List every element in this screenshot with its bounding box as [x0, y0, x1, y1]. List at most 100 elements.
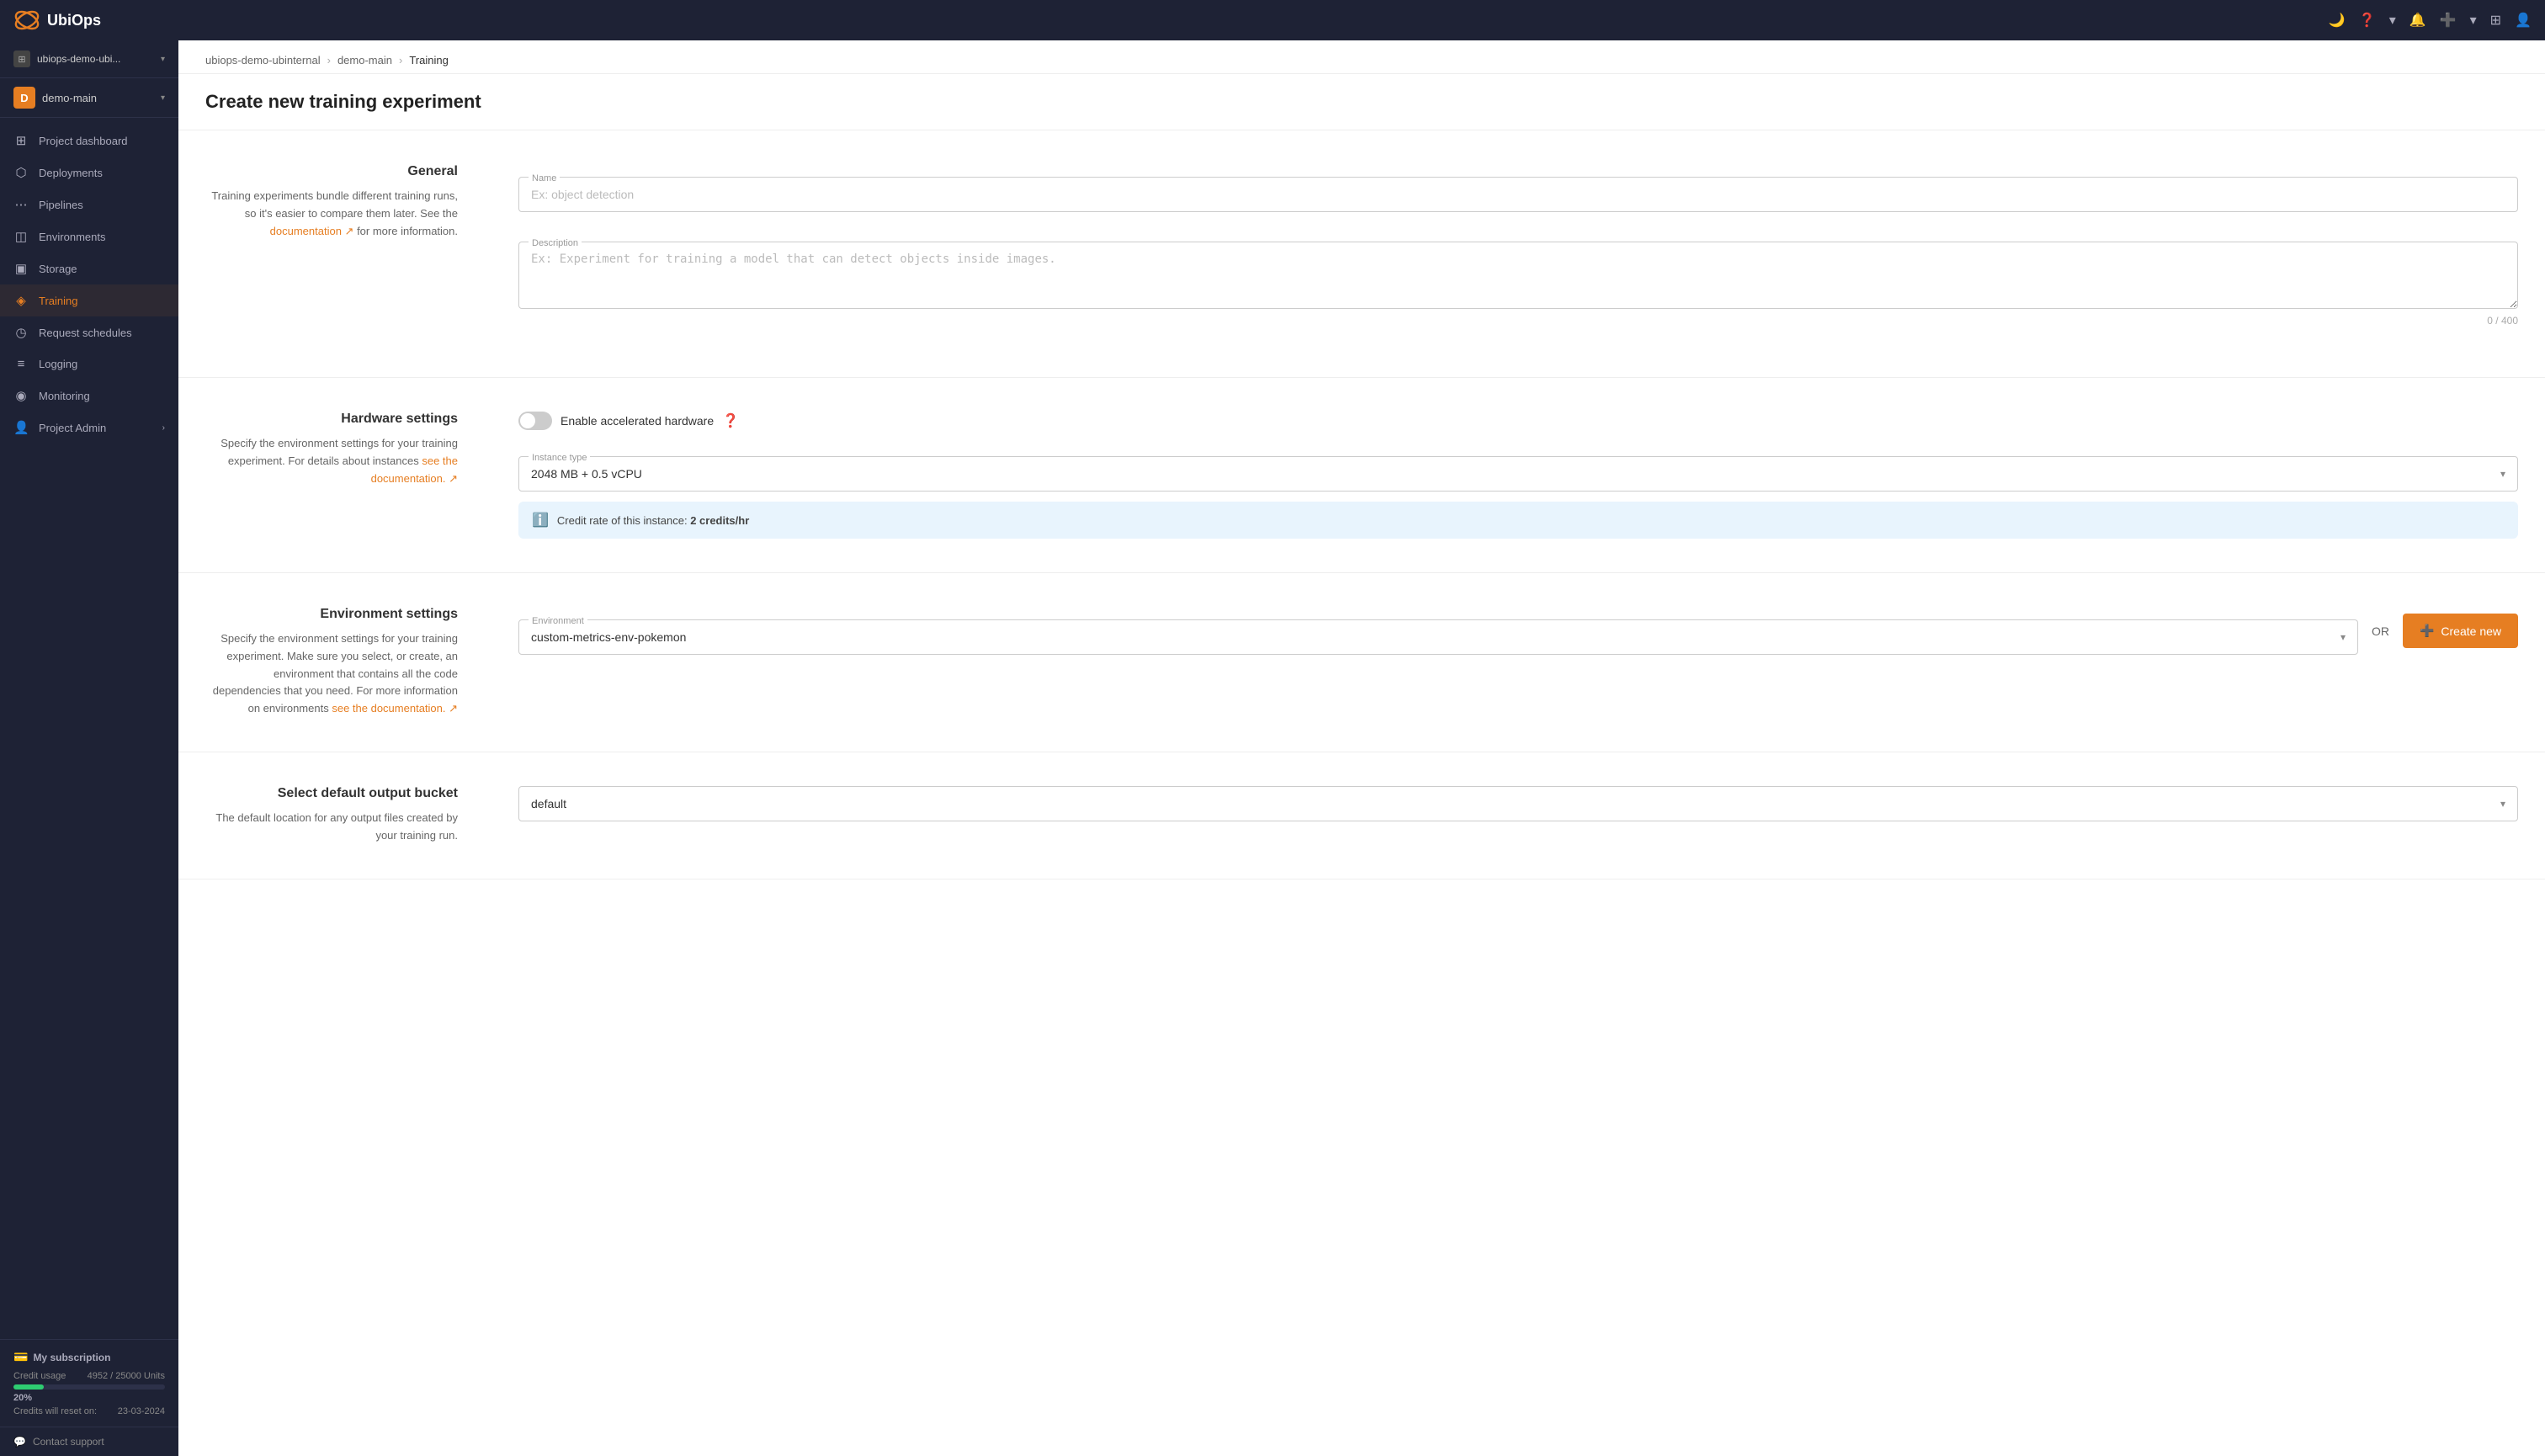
sidebar-item-label: Project dashboard [39, 135, 165, 147]
instance-type-label: Instance type [529, 453, 590, 463]
environment-select[interactable]: custom-metrics-env-pokemon ▾ [518, 619, 2358, 655]
training-icon: ◈ [13, 293, 29, 308]
storage-icon: ▣ [13, 261, 29, 276]
org-chevron: ▾ [161, 93, 165, 103]
sidebar-item-logging[interactable]: ≡ Logging [0, 348, 178, 380]
logo-text: UbiOps [47, 12, 101, 29]
org-avatar: D [13, 87, 35, 109]
create-new-label: Create new [2441, 624, 2501, 638]
sidebar-item-label: Logging [39, 358, 165, 370]
sidebar-item-monitoring[interactable]: ◉ Monitoring [0, 380, 178, 412]
monitoring-icon: ◉ [13, 388, 29, 403]
sidebar-item-environments[interactable]: ◫ Environments [0, 221, 178, 252]
sidebar-item-storage[interactable]: ▣ Storage [0, 252, 178, 284]
topbar-icons: 🌙 ❓ ▾ 🔔 ➕ ▾ ⊞ 👤 [2329, 12, 2532, 29]
breadcrumb-sep2: › [399, 54, 402, 66]
sidebar-item-request-schedules[interactable]: ◷ Request schedules [0, 316, 178, 348]
subscription-icon: 💳 [13, 1350, 28, 1364]
environment-section-right: Environment custom-metrics-env-pokemon ▾… [518, 607, 2518, 718]
breadcrumb-project[interactable]: demo-main [337, 54, 392, 66]
env-select-chevron: ▾ [2340, 631, 2346, 643]
description-field-group: Description 0 / 400 [518, 229, 2518, 327]
contact-support[interactable]: 💬 Contact support [0, 1427, 178, 1456]
credit-usage-row: Credit usage 4952 / 25000 Units [13, 1371, 165, 1381]
sidebar-item-project-admin[interactable]: 👤 Project Admin › [0, 412, 178, 444]
credit-info-box: ℹ️ Credit rate of this instance: 2 credi… [518, 502, 2518, 539]
project-selector-icon: ⊞ [13, 50, 30, 67]
notification-icon[interactable]: 🔔 [2410, 12, 2426, 29]
breadcrumb-org[interactable]: ubiops-demo-ubinternal [205, 54, 321, 66]
sidebar-item-label: Deployments [39, 167, 165, 179]
instance-type-select[interactable]: 2048 MB + 0.5 vCPU ▾ [518, 456, 2518, 492]
sidebar-item-training[interactable]: ◈ Training [0, 284, 178, 316]
output-bucket-section-left: Select default output bucket The default… [205, 786, 491, 845]
sidebar-item-label: Pipelines [39, 199, 165, 211]
credit-bar-fill [13, 1384, 44, 1390]
sidebar-item-deployments[interactable]: ⬡ Deployments [0, 157, 178, 189]
or-label: OR [2372, 624, 2389, 638]
name-label: Name [529, 173, 560, 183]
description-textarea[interactable] [518, 242, 2518, 309]
deployments-icon: ⬡ [13, 165, 29, 180]
environment-select-wrap: Environment custom-metrics-env-pokemon ▾ [518, 607, 2358, 655]
environment-docs-link[interactable]: see the documentation. ↗ [332, 702, 458, 715]
name-input[interactable] [518, 177, 2518, 212]
help-circle-icon[interactable]: ❓ [722, 412, 739, 429]
general-docs-link[interactable]: documentation ↗ [270, 225, 354, 237]
credit-info-text: Credit rate of this instance: 2 credits/… [557, 514, 749, 527]
output-bucket-section-right: default ▾ [518, 786, 2518, 845]
help-icon[interactable]: ❓ [2359, 12, 2376, 29]
project-selector-label: ubiops-demo-ubi... [37, 53, 154, 65]
topbar: UbiOps 🌙 ❓ ▾ 🔔 ➕ ▾ ⊞ 👤 [0, 0, 2545, 40]
subscription-title: 💳 My subscription [13, 1350, 165, 1364]
project-selector-chevron: ▾ [161, 55, 165, 64]
plus-chevron-icon[interactable]: ▾ [2470, 12, 2477, 29]
general-desc: Training experiments bundle different tr… [205, 188, 458, 240]
environment-label: Environment [529, 616, 587, 626]
sidebar-item-label: Training [39, 295, 165, 307]
credit-usage-label: Credit usage [13, 1371, 66, 1381]
pipelines-icon: ⋯ [13, 197, 29, 212]
moon-icon[interactable]: 🌙 [2329, 12, 2346, 29]
help-chevron-icon[interactable]: ▾ [2389, 12, 2396, 29]
credit-bar [13, 1384, 165, 1390]
credit-reset: Credits will reset on: 23-03-2024 [13, 1406, 165, 1416]
breadcrumb-sep1: › [327, 54, 331, 66]
environment-row: Environment custom-metrics-env-pokemon ▾… [518, 607, 2518, 655]
bucket-select[interactable]: default ▾ [518, 786, 2518, 821]
sidebar-nav: ⊞ Project dashboard ⬡ Deployments ⋯ Pipe… [0, 118, 178, 1339]
environment-section: Environment settings Specify the environ… [178, 573, 2545, 752]
instance-select-chevron: ▾ [2500, 468, 2505, 480]
output-bucket-section: Select default output bucket The default… [178, 752, 2545, 879]
general-title: General [205, 164, 458, 179]
credit-percent: 20% [13, 1393, 165, 1403]
bucket-select-chevron: ▾ [2500, 798, 2505, 810]
hardware-section-right: Enable accelerated hardware ❓ Instance t… [518, 412, 2518, 539]
user-icon[interactable]: 👤 [2515, 12, 2532, 29]
output-bucket-title: Select default output bucket [205, 786, 458, 801]
org-selector[interactable]: D demo-main ▾ [0, 78, 178, 118]
environment-value: custom-metrics-env-pokemon [531, 630, 686, 644]
plus-icon[interactable]: ➕ [2440, 12, 2457, 29]
dashboard-icon: ⊞ [13, 133, 29, 148]
project-selector[interactable]: ⊞ ubiops-demo-ubi... ▾ [0, 40, 178, 78]
logo: UbiOps [13, 7, 101, 34]
contact-label: Contact support [33, 1436, 104, 1448]
grid-icon[interactable]: ⊞ [2490, 12, 2501, 29]
output-bucket-desc: The default location for any output file… [205, 810, 458, 845]
sidebar: ⊞ ubiops-demo-ubi... ▾ D demo-main ▾ ⊞ P… [0, 40, 178, 1456]
environments-icon: ◫ [13, 229, 29, 244]
sidebar-item-project-dashboard[interactable]: ⊞ Project dashboard [0, 125, 178, 157]
create-new-plus-icon: ➕ [2420, 624, 2434, 638]
sidebar-item-label: Monitoring [39, 390, 165, 402]
page-title: Create new training experiment [178, 74, 2545, 130]
create-new-environment-button[interactable]: ➕ Create new [2403, 614, 2518, 648]
accelerated-hardware-toggle[interactable] [518, 412, 552, 430]
instance-type-select-wrap: Instance type 2048 MB + 0.5 vCPU ▾ [518, 444, 2518, 492]
general-section: General Training experiments bundle diff… [178, 130, 2545, 378]
credit-info-value: 2 credits/hr [690, 514, 749, 527]
environment-title: Environment settings [205, 607, 458, 622]
sidebar-item-label: Environments [39, 231, 165, 243]
schedules-icon: ◷ [13, 325, 29, 340]
sidebar-item-pipelines[interactable]: ⋯ Pipelines [0, 189, 178, 221]
